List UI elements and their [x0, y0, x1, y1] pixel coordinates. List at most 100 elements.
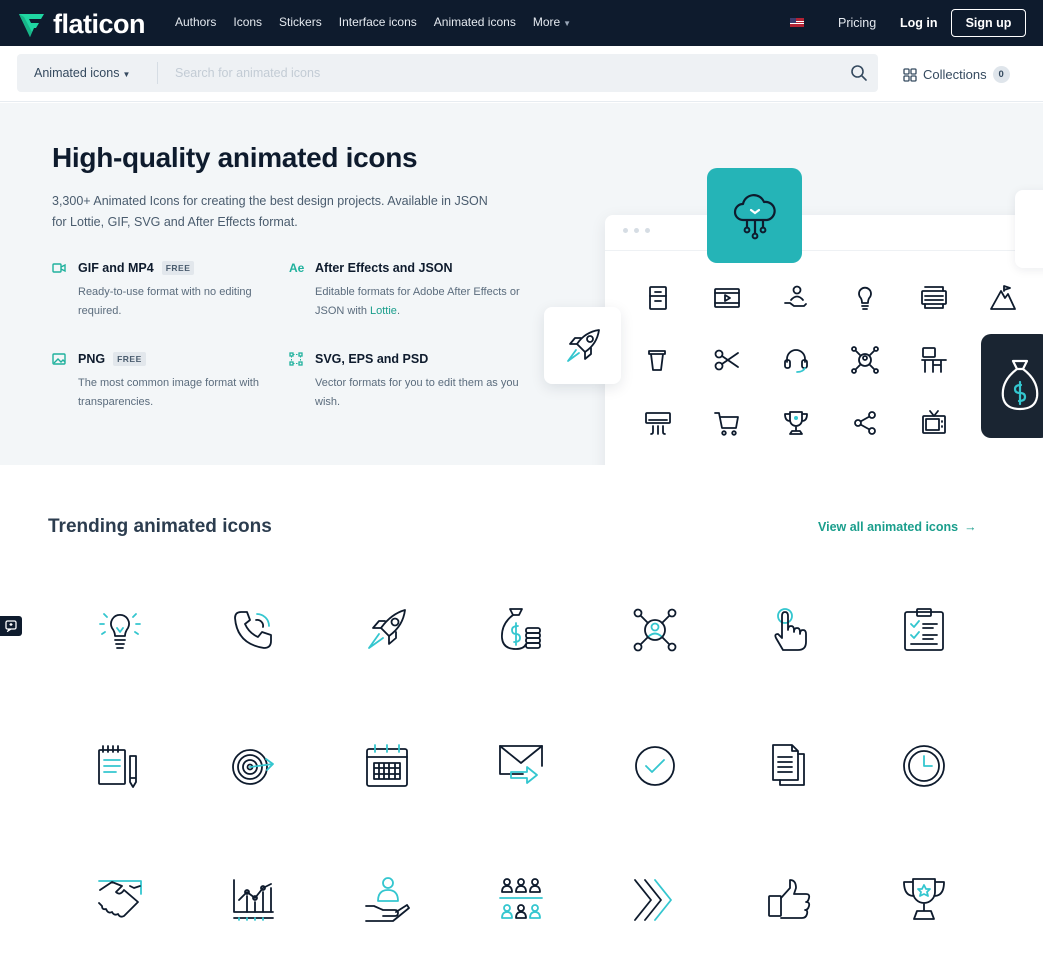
chat-icon [5, 620, 17, 632]
network-user-icon[interactable] [631, 606, 679, 654]
hero-section: High-quality animated icons 3,300+ Anima… [0, 103, 1043, 465]
team-icon[interactable] [497, 876, 545, 924]
video-icon [52, 263, 70, 273]
notepad-pencil-icon[interactable] [96, 742, 144, 790]
top-navigation-bar: flaticon Authors Icons Stickers Interfac… [0, 0, 1043, 46]
money-bag-icon[interactable] [497, 606, 545, 654]
care-user-icon [781, 283, 811, 313]
email-send-icon[interactable] [497, 742, 545, 790]
printer-icon [919, 283, 949, 313]
hero-description: 3,300+ Animated Icons for creating the b… [52, 194, 488, 229]
nav-more[interactable]: More ▼ [533, 15, 571, 29]
hero-title: High-quality animated icons [52, 142, 418, 173]
nav-animated-icons[interactable]: Animated icons [434, 15, 516, 29]
feature-description: Ready-to-use format with no editing requ… [78, 286, 252, 317]
nav-authors[interactable]: Authors [175, 15, 216, 29]
clipboard-icon[interactable] [900, 606, 948, 654]
collections-button[interactable]: Collections 0 [903, 66, 1010, 83]
illustration-browser-window [605, 215, 1043, 465]
search-input[interactable] [175, 64, 815, 82]
view-all-label: View all animated icons [818, 520, 959, 534]
target-icon[interactable] [229, 742, 277, 790]
rocket-tile [544, 307, 621, 384]
chevron-down-icon: ▼ [122, 70, 131, 79]
nav-icons[interactable]: Icons [233, 15, 262, 29]
view-all-link[interactable]: View all animated icons → [818, 520, 977, 534]
rocket-icon [566, 328, 600, 362]
ae-icon: Ae [289, 261, 305, 275]
cabinet-icon [643, 283, 673, 313]
collections-grid-icon [903, 67, 917, 82]
feature-title: GIF and MP4 [78, 261, 154, 275]
free-badge: FREE [161, 261, 195, 275]
image-icon [52, 353, 70, 365]
cloud-network-icon [733, 193, 776, 239]
chevron-down-icon: ▼ [563, 19, 572, 28]
documents-icon[interactable] [766, 742, 814, 790]
touch-hand-icon[interactable] [766, 606, 814, 654]
handshake-icon[interactable] [96, 876, 144, 924]
pricing-link[interactable]: Pricing [838, 16, 876, 30]
search-row: Animated icons▼ Collections 0 [0, 46, 1043, 102]
trophy-icon [781, 408, 811, 438]
partial-tile [1015, 190, 1043, 268]
money-bag-tile [981, 334, 1043, 438]
care-user-icon[interactable] [363, 876, 411, 924]
flaticon-logo[interactable]: flaticon [17, 9, 146, 40]
mountain-flag-icon [988, 283, 1018, 313]
video-player-icon [712, 283, 742, 313]
feature-description: Vector formats for you to edit them as y… [315, 377, 519, 408]
lightbulb-icon[interactable] [96, 606, 144, 654]
rocket-icon[interactable] [363, 606, 411, 654]
nav-interface-icons[interactable]: Interface icons [339, 15, 417, 29]
tv-icon [919, 408, 949, 438]
feature-png: PNG FREE The most common image format wi… [52, 352, 282, 412]
feature-description: Editable formats for Adobe After Effects… [315, 286, 520, 317]
feature-description: The most common image format with transp… [78, 377, 259, 408]
clock-icon[interactable] [900, 742, 948, 790]
share-icon [850, 408, 880, 438]
search-box: Animated icons ▼ [17, 54, 878, 92]
headset-icon [781, 345, 811, 375]
shopping-cart-icon [712, 408, 742, 438]
phone-call-icon[interactable] [229, 606, 277, 654]
feature-svg-eps-psd: SVG, EPS and PSD Vector formats for you … [289, 352, 519, 412]
search-icon[interactable] [850, 64, 868, 82]
thumbs-up-icon[interactable] [766, 876, 814, 924]
free-badge: FREE [113, 352, 146, 366]
arrow-right-icon: → [964, 520, 977, 534]
check-circle-icon[interactable] [631, 742, 679, 790]
feedback-button[interactable] [0, 616, 22, 636]
logo-text: flaticon [53, 9, 146, 39]
search-type-dropdown[interactable]: Animated icons ▼ [34, 66, 130, 80]
login-link[interactable]: Log in [900, 16, 938, 30]
search-type-label: Animated icons [34, 66, 120, 80]
signup-button[interactable]: Sign up [951, 9, 1026, 37]
us-flag-icon[interactable] [790, 18, 804, 27]
trophy-icon[interactable] [900, 876, 948, 924]
feature-title: After Effects and JSON [315, 261, 453, 275]
feature-description-text: Editable formats for Adobe After Effects… [315, 286, 520, 317]
feature-gif-mp4: GIF and MP4 FREE Ready-to-use format wit… [52, 261, 282, 321]
money-bag-icon [1001, 359, 1039, 411]
calendar-icon[interactable] [363, 742, 411, 790]
feature-after-effects: Ae After Effects and JSON Editable forma… [289, 261, 520, 321]
collections-label: Collections [923, 67, 987, 82]
cloud-network-tile [707, 168, 802, 263]
scissors-icon [712, 345, 742, 375]
flaticon-logo-icon [19, 13, 44, 37]
nav-more-label: More [532, 15, 561, 29]
feature-title: SVG, EPS and PSD [315, 352, 429, 366]
lottie-link[interactable]: Lottie [370, 305, 397, 317]
growth-chart-icon[interactable] [229, 876, 277, 924]
network-user-icon [850, 345, 880, 375]
trending-title: Trending animated icons [48, 516, 272, 537]
search-divider [157, 62, 158, 84]
chevrons-right-icon[interactable] [631, 876, 679, 924]
feature-title: PNG [78, 352, 106, 366]
main-nav: Authors Icons Stickers Interface icons A… [175, 15, 571, 29]
air-conditioner-icon [643, 408, 673, 438]
nav-stickers[interactable]: Stickers [279, 15, 322, 29]
desk-computer-icon [919, 345, 949, 375]
window-dots [623, 228, 650, 233]
